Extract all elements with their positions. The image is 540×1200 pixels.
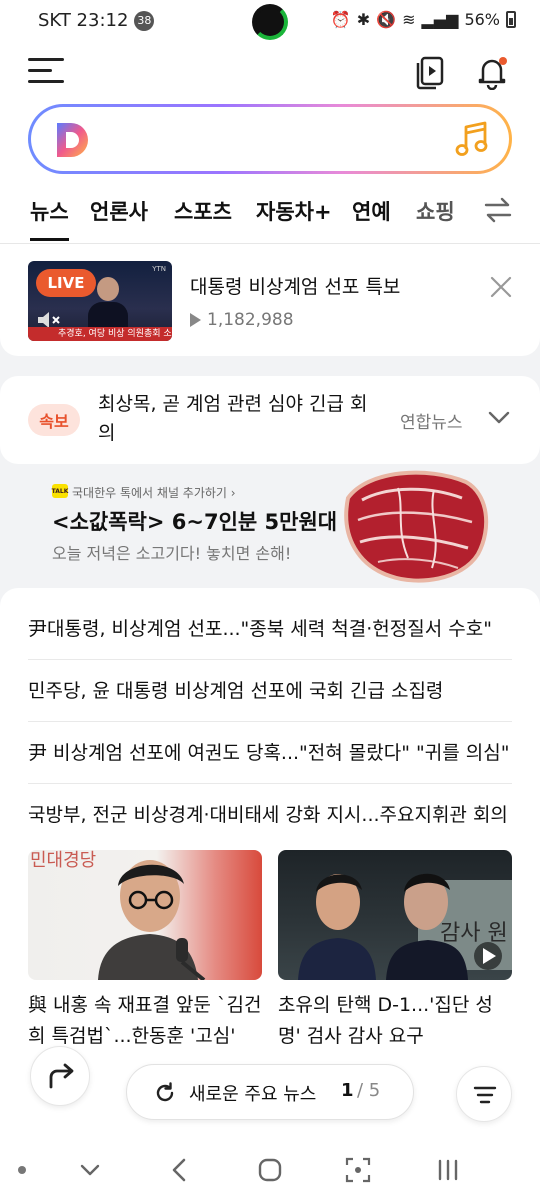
- filter-lines-icon: [473, 1086, 497, 1104]
- breaking-news-card[interactable]: 속보 최상목, 곧 계엄 관련 심야 긴급 회의 연합뉴스: [0, 376, 540, 464]
- tab-shopping[interactable]: 쇼핑: [416, 196, 455, 226]
- photo-news-thumbnail[interactable]: 감사 원: [278, 850, 512, 980]
- ad-headline: <소값폭락> 6~7인분 5만원대: [52, 510, 338, 534]
- press-conference-photo: 감사 원: [298, 873, 512, 980]
- close-icon[interactable]: [488, 274, 514, 300]
- home-icon[interactable]: [256, 1156, 284, 1184]
- tab-sports[interactable]: 스포츠: [174, 196, 232, 226]
- battery-percent: 56%: [464, 10, 500, 29]
- filter-button[interactable]: [456, 1066, 512, 1122]
- daum-d-logo: [57, 123, 88, 157]
- photo-news-caption[interactable]: 초유의 탄핵 D-1...'집단 성명' 검사 감사 요구: [278, 990, 512, 1052]
- ad-channel-link[interactable]: 국대한우 톡에서 채널 추가하기 ›: [72, 484, 236, 501]
- politician-photo: 민대경당: [30, 850, 206, 980]
- status-bar: SKT 23:12 38 ⏰ ✱ 🔇 ≋ ▂▄▆ 56%: [0, 0, 540, 44]
- breaking-badge: 속보: [28, 404, 80, 436]
- screen-capture-icon[interactable]: [344, 1156, 372, 1184]
- headline-item[interactable]: 尹 비상계엄 선포에 여권도 당혹..."전혀 몰랐다" "귀를 의심": [28, 722, 512, 784]
- live-thumbnail[interactable]: YTN LIVE 추경호, 여당 비상 의원총회 소집: [28, 261, 172, 341]
- live-video-card[interactable]: YTN LIVE 추경호, 여당 비상 의원총회 소집 대통령 비상계엄 선포 …: [0, 244, 540, 356]
- wifi-icon: ≋: [402, 10, 416, 29]
- chevron-down-icon[interactable]: [76, 1156, 104, 1184]
- swap-arrows-icon[interactable]: [484, 196, 512, 224]
- status-right: ⏰ ✱ 🔇 ≋ ▂▄▆ 56%: [331, 10, 516, 29]
- new-top-news-label: 새로운 주요 뉴스: [189, 1084, 317, 1105]
- music-search-button[interactable]: [455, 121, 489, 159]
- search-bar-inner: [31, 107, 509, 171]
- breaking-source: 연합뉴스: [400, 413, 463, 433]
- svg-text:민대경당: 민대경당: [30, 850, 96, 871]
- live-badge: LIVE: [36, 269, 96, 297]
- category-tabs: 뉴스 언론사 스포츠 자동차+ 연예 쇼핑: [0, 194, 540, 244]
- kakaotalk-icon: TALK: [52, 484, 68, 498]
- ad-subline: 오늘 저녁은 소고기다! 놓치면 손해!: [52, 544, 292, 563]
- signal-icon: ▂▄▆: [421, 10, 459, 29]
- share-arrow-icon: [49, 1063, 74, 1089]
- headline-item[interactable]: 尹대통령, 비상계엄 선포..."종북 세력 척결·헌정질서 수호": [28, 598, 512, 660]
- news-page-total: / 5: [357, 1080, 381, 1101]
- bell-icon: [478, 57, 507, 91]
- notification-count-badge: 38: [134, 10, 155, 31]
- svg-text:감사 원: 감사 원: [440, 921, 508, 946]
- tab-news[interactable]: 뉴스: [30, 196, 69, 241]
- menu-icon: [28, 58, 64, 61]
- refresh-icon: [156, 1082, 174, 1102]
- tab-auto[interactable]: 자동차+: [256, 196, 332, 226]
- recent-apps-icon[interactable]: [434, 1156, 462, 1184]
- headline-item[interactable]: 국방부, 전군 비상경계·대비태세 강화 지시...주요지휘관 회의: [28, 784, 512, 846]
- menu-button[interactable]: [28, 58, 64, 88]
- copy-play-icon: [416, 56, 444, 90]
- search-input[interactable]: [107, 119, 427, 159]
- thumbnail-caption: 추경호, 여당 비상 의원총회 소집: [28, 327, 172, 341]
- status-left: SKT 23:12 38: [38, 10, 155, 31]
- headline-item[interactable]: 민주당, 윤 대통령 비상계엄 선포에 국회 긴급 소집령: [28, 660, 512, 722]
- notification-button[interactable]: [474, 54, 510, 91]
- photo-news-caption[interactable]: 與 내홍 속 재표결 앞둔 `김건희 특검법`...한동훈 '고심': [28, 990, 262, 1052]
- news-page-current: 1: [341, 1080, 354, 1101]
- dot-icon[interactable]: [8, 1156, 36, 1184]
- recording-indicator-icon: [252, 4, 288, 40]
- mute-icon: 🔇: [376, 10, 397, 29]
- beef-steak-image: [344, 470, 489, 583]
- view-count-text: 1,182,988: [207, 310, 294, 330]
- system-nav-bar: [0, 1140, 540, 1200]
- tab-entertainment[interactable]: 연예: [352, 196, 391, 226]
- chevron-down-icon[interactable]: [488, 410, 510, 426]
- carrier-time: SKT 23:12: [38, 10, 129, 31]
- bluetooth-icon: ✱: [356, 10, 371, 29]
- back-icon[interactable]: [166, 1156, 194, 1184]
- copy-play-button[interactable]: [414, 56, 446, 90]
- search-bar[interactable]: [28, 104, 512, 174]
- channel-mark: YTN: [152, 265, 166, 273]
- photo-news-thumbnail[interactable]: 민대경당: [28, 850, 262, 980]
- ad-banner[interactable]: TALK 국대한우 톡에서 채널 추가하기 › <소값폭락> 6~7인분 5만원…: [0, 470, 540, 583]
- alarm-icon: ⏰: [330, 10, 351, 29]
- new-top-news-button[interactable]: 새로운 주요 뉴스 1 / 5: [126, 1064, 414, 1120]
- play-icon: [190, 313, 201, 327]
- live-title[interactable]: 대통령 비상계엄 선포 특보: [190, 272, 400, 299]
- tab-press[interactable]: 언론사: [90, 196, 148, 226]
- share-button[interactable]: [30, 1046, 90, 1106]
- battery-icon: [506, 11, 516, 28]
- live-view-count: 1,182,988: [190, 310, 294, 330]
- breaking-headline[interactable]: 최상목, 곧 계엄 관련 심야 긴급 회의: [98, 390, 382, 448]
- app-header: 뉴스 언론사 스포츠 자동차+ 연예 쇼핑: [0, 44, 540, 244]
